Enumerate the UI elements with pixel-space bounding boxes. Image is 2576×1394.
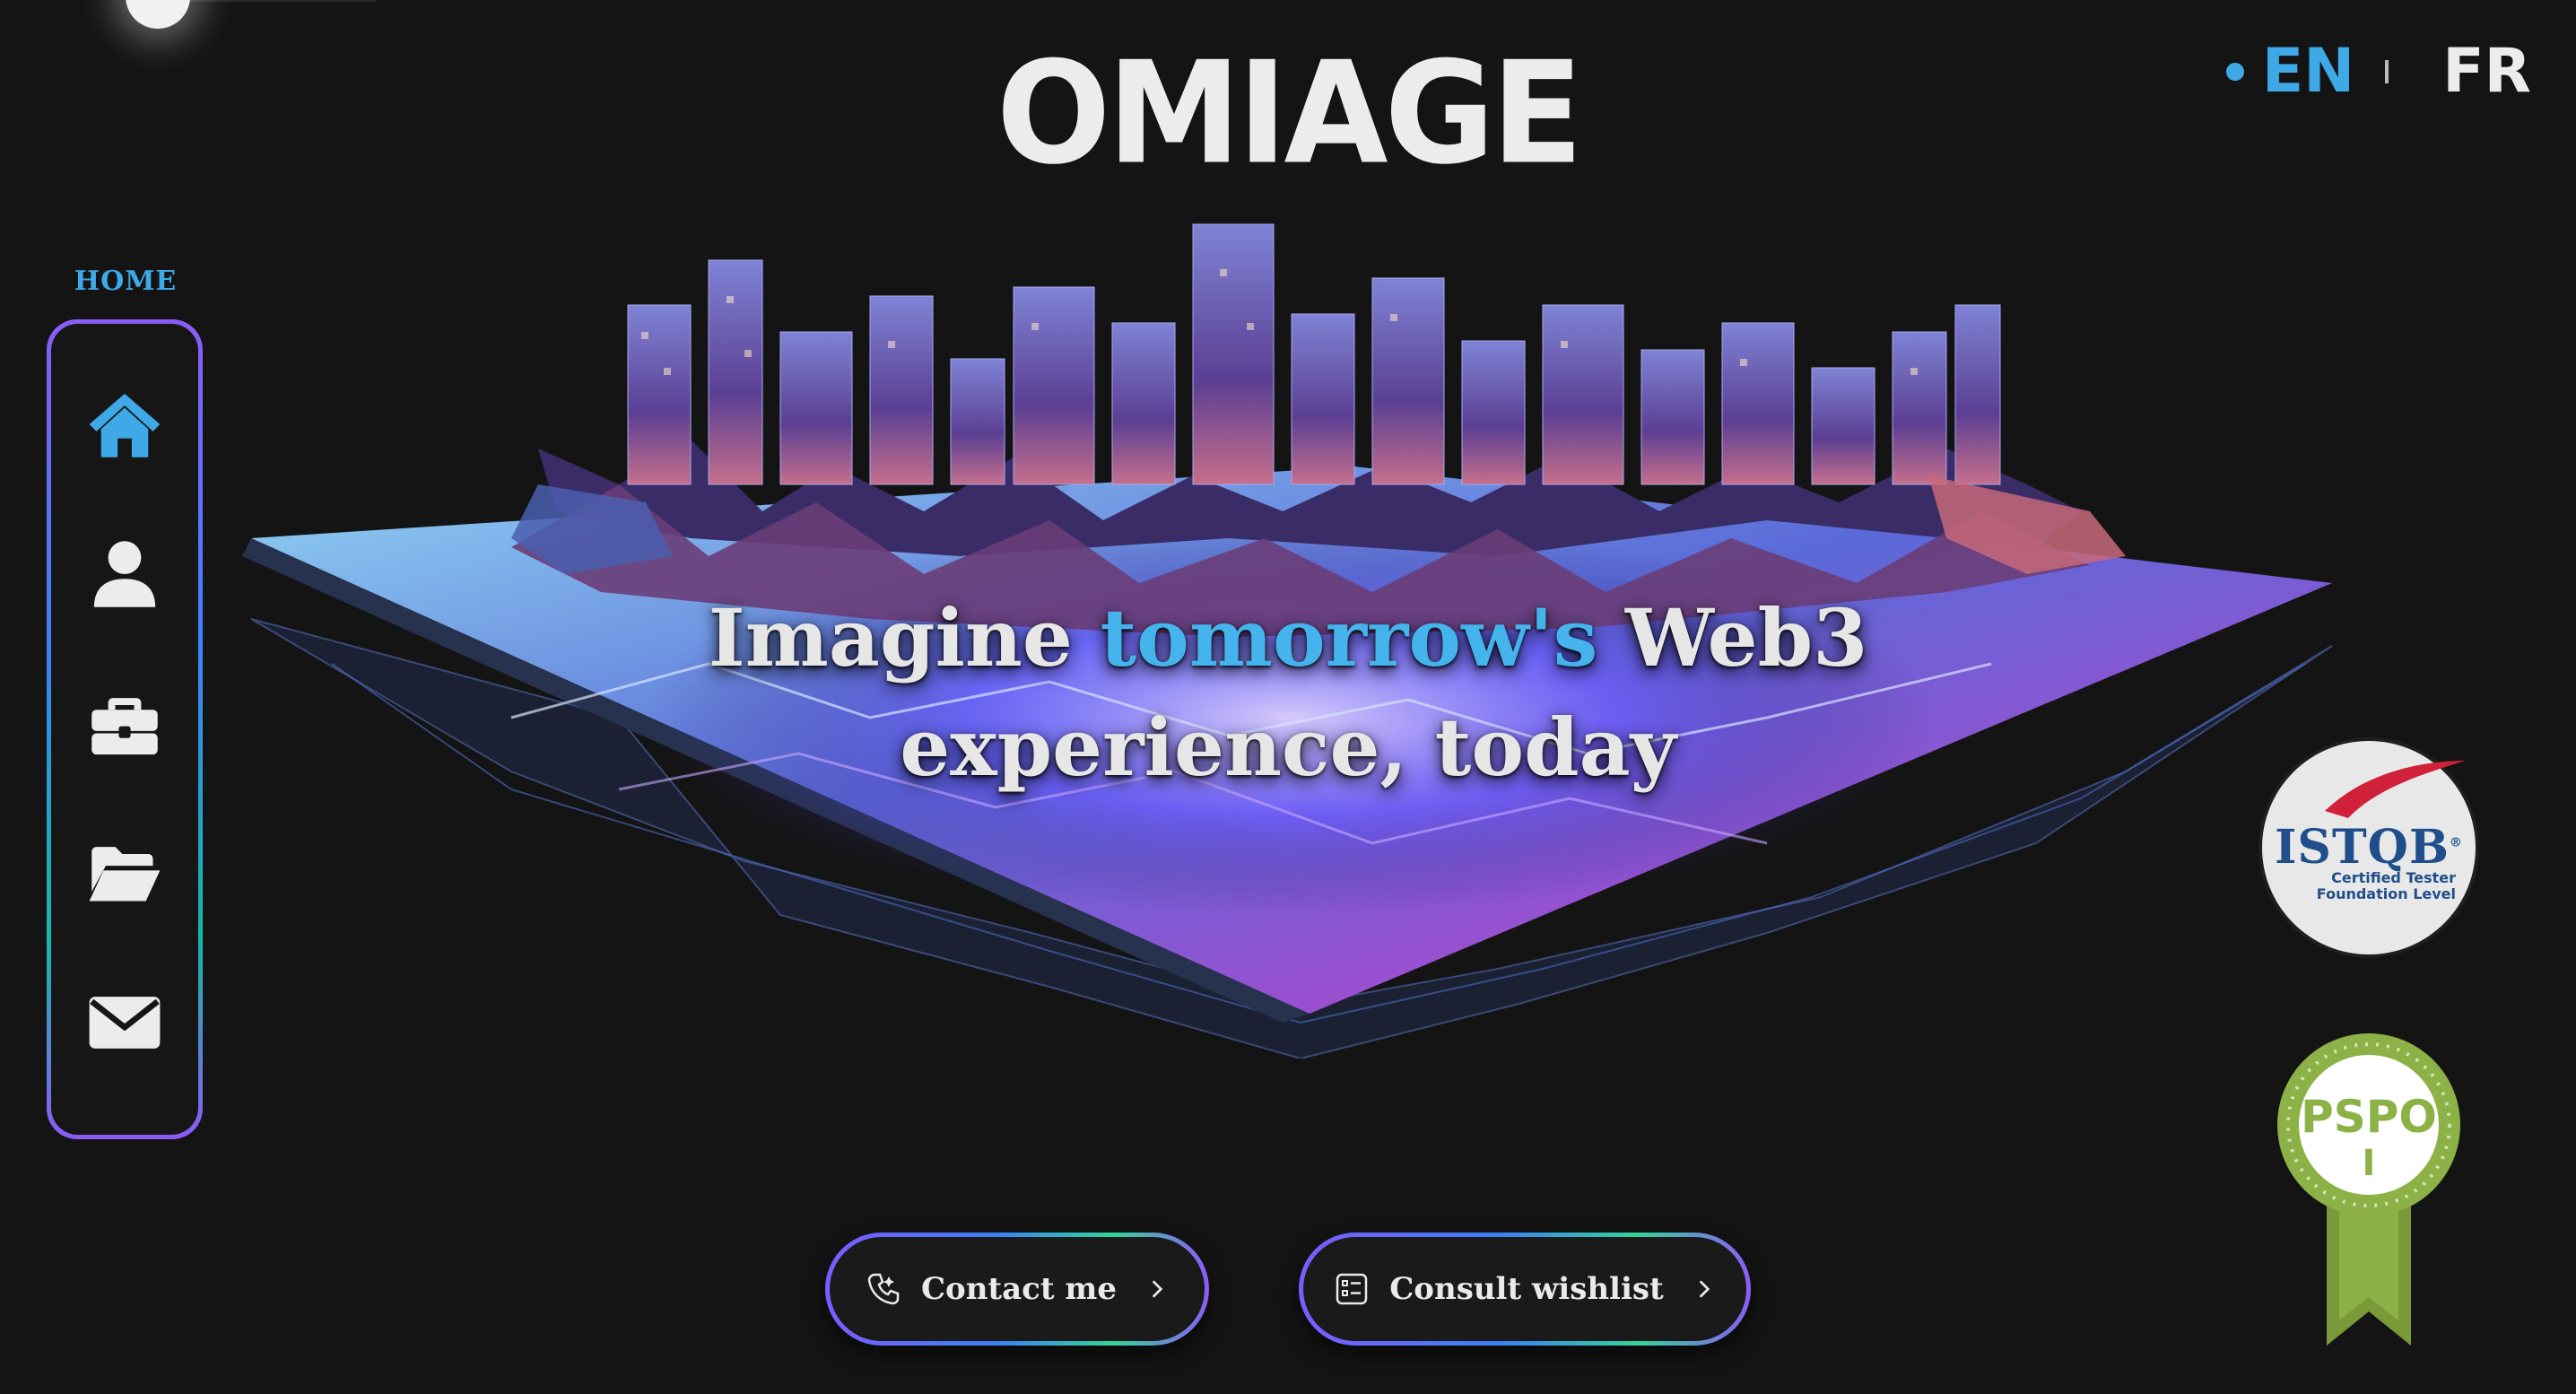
theme-toggle-track[interactable] (161, 0, 377, 2)
language-en-link[interactable]: EN (2262, 36, 2354, 107)
sidebar-item-home[interactable] (80, 387, 170, 536)
istqb-title: ISTQB® (2275, 820, 2463, 875)
phone-icon (867, 1273, 900, 1305)
consult-wishlist-label: Consult wishlist (1389, 1271, 1664, 1307)
headline-line2: experience, today (900, 701, 1676, 794)
istqb-subtitle: Certified Tester Foundation Level (2316, 869, 2456, 902)
hero-headline: Imagine tomorrow's Web3 experience, toda… (0, 583, 2576, 802)
pspo-level: I (2363, 1143, 2376, 1184)
contact-me-button-inner: Contact me (830, 1237, 1205, 1341)
list-icon (1336, 1273, 1368, 1305)
chevron-right-icon (1152, 1280, 1163, 1298)
contact-me-button[interactable]: Contact me (825, 1233, 1209, 1346)
sidebar-active-label: HOME (74, 266, 178, 297)
headline-part2: Web3 (1597, 591, 1868, 684)
istqb-badge[interactable]: ISTQB® Certified Tester Foundation Level (2262, 741, 2476, 954)
contact-me-label: Contact me (920, 1271, 1118, 1307)
home-icon (89, 393, 161, 457)
headline-accent: tomorrow's (1100, 591, 1598, 684)
consult-wishlist-button[interactable]: Consult wishlist (1299, 1233, 1751, 1346)
envelope-icon (89, 997, 161, 1050)
folder-open-icon (89, 847, 161, 902)
active-language-dot (2225, 62, 2244, 81)
pspo-title: PSPO (2301, 1091, 2437, 1143)
language-separator (2385, 59, 2389, 83)
pspo-badge[interactable]: PSPO I (2275, 1032, 2463, 1346)
sidebar-item-contact[interactable] (80, 985, 170, 1135)
headline-part1: Imagine (708, 591, 1101, 684)
consult-wishlist-button-inner: Consult wishlist (1303, 1237, 1746, 1341)
language-fr-link[interactable]: FR (2442, 36, 2531, 107)
chevron-right-icon (1699, 1280, 1710, 1298)
theme-toggle-knob[interactable] (126, 0, 190, 29)
language-switcher: EN FR (2225, 36, 2531, 107)
sidebar-item-portfolio[interactable] (80, 835, 170, 985)
site-logo[interactable]: OMIAGE (0, 32, 2576, 196)
